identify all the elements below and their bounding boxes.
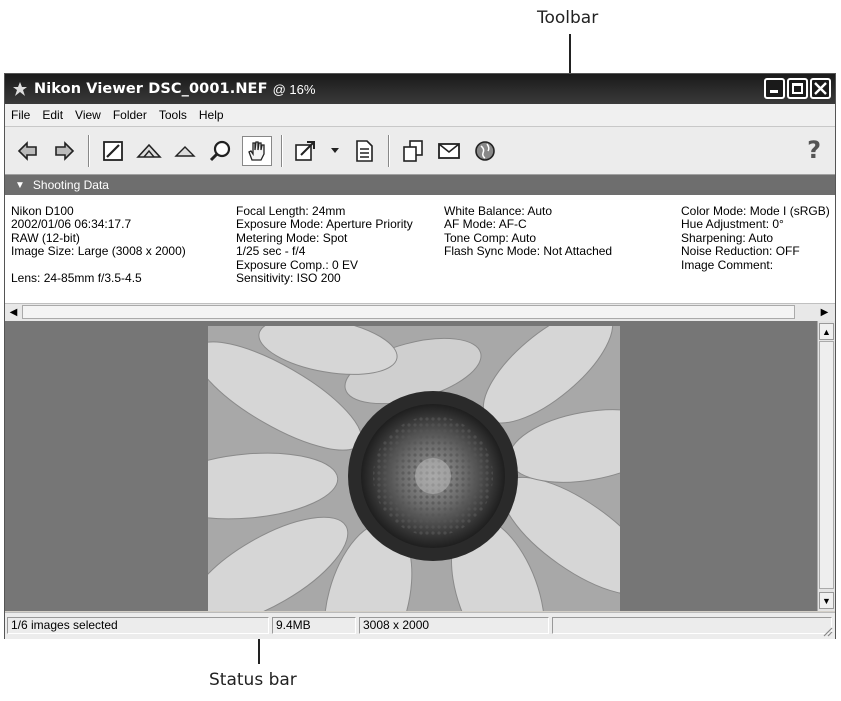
properties-icon: [356, 139, 373, 162]
copy-icon: [403, 139, 423, 162]
open-with-dropdown[interactable]: [327, 136, 343, 166]
status-file-size: 9.4MB: [272, 617, 356, 634]
info-line: 1/25 sec - f/4: [236, 244, 306, 259]
info-line: RAW (12-bit): [11, 230, 80, 245]
close-button[interactable]: [810, 78, 831, 99]
info-line: Nikon D100: [11, 204, 74, 218]
status-bar: 1/6 images selected 9.4MB 3008 x 2000: [5, 612, 835, 639]
info-line: Hue Adjustment: 0°: [681, 217, 784, 232]
scroll-left-arrow-icon[interactable]: ◀: [5, 304, 22, 321]
toolbar-separator: [281, 134, 282, 167]
help-button[interactable]: ?: [807, 136, 821, 164]
menu-tools[interactable]: Tools: [153, 108, 193, 122]
info-line: Color Mode: Mode I (sRGB): [681, 204, 830, 218]
info-line: Tone Comp: Auto: [444, 230, 537, 245]
info-line: Image Size: Large (3008 x 2000): [11, 244, 186, 259]
sunflower-photo: [208, 326, 620, 611]
info-line: Metering Mode: Spot: [236, 230, 348, 245]
rotate-left-button[interactable]: [134, 136, 164, 166]
toolbar-separator: [388, 134, 389, 167]
info-line: Noise Reduction: OFF: [681, 244, 800, 259]
info-line: White Balance: Auto: [444, 204, 553, 218]
maximize-button[interactable]: [787, 78, 808, 99]
nikon-viewer-window: Nikon Viewer DSC_0001.NEF @ 16% File Edi…: [4, 73, 836, 639]
shooting-data-title: Shooting Data: [32, 178, 109, 192]
shooting-data-col-color: Color Mode: Mode I (sRGB) Hue Adjustment…: [681, 204, 830, 272]
info-line: AF Mode: AF-C: [444, 217, 527, 232]
app-icon: [11, 80, 29, 98]
sunflower-image: [208, 326, 620, 611]
shooting-data-col-exposure: Focal Length: 24mm Exposure Mode: Apertu…: [236, 204, 413, 285]
forward-arrow-icon: [55, 140, 75, 161]
menu-view[interactable]: View: [69, 108, 107, 122]
edit-image-icon: [103, 140, 123, 161]
email-icon: [438, 142, 460, 159]
web-button[interactable]: [470, 136, 500, 166]
collapse-triangle-icon[interactable]: ▼: [15, 180, 25, 191]
title-bar[interactable]: Nikon Viewer DSC_0001.NEF @ 16%: [5, 74, 835, 104]
shooting-data-col-settings: White Balance: Auto AF Mode: AF-C Tone C…: [444, 204, 613, 259]
menu-help[interactable]: Help: [193, 108, 230, 122]
toolbar-separator: [88, 134, 89, 167]
copy-button[interactable]: [398, 136, 428, 166]
info-line: Sensitivity: ISO 200: [236, 270, 341, 285]
toolbar-callout-label: Toolbar: [537, 8, 599, 28]
zoom-button[interactable]: [206, 136, 236, 166]
horizontal-scroll-thumb[interactable]: [22, 305, 795, 319]
web-icon: [475, 140, 495, 161]
status-bar-callout-label: Status bar: [209, 670, 297, 690]
hand-tool-button[interactable]: [242, 135, 272, 166]
dropdown-arrow-icon: [331, 147, 339, 153]
scroll-down-arrow-icon[interactable]: ▼: [819, 592, 834, 609]
vertical-scrollbar[interactable]: ▲ ▼: [817, 321, 835, 611]
edit-image-button[interactable]: [98, 136, 128, 166]
status-extra: [552, 617, 832, 634]
forward-button[interactable]: [49, 136, 79, 166]
rotate-right-button[interactable]: [170, 136, 200, 166]
info-line: Image Comment:: [681, 257, 774, 272]
info-line: Exposure Mode: Aperture Priority: [236, 217, 413, 232]
info-line: Sharpening: Auto: [681, 230, 774, 245]
vertical-scroll-thumb[interactable]: [819, 341, 834, 589]
status-selection: 1/6 images selected: [7, 617, 269, 634]
rotate-right-icon: [174, 145, 196, 157]
hand-icon: [248, 140, 265, 161]
minimize-button[interactable]: [764, 78, 785, 99]
email-button[interactable]: [434, 136, 464, 166]
scroll-right-arrow-icon[interactable]: ▶: [816, 304, 833, 321]
info-line: [11, 259, 186, 272]
image-viewer[interactable]: [5, 321, 817, 611]
info-line: Exposure Comp.: 0 EV: [236, 257, 359, 272]
menu-edit[interactable]: Edit: [36, 108, 69, 122]
properties-button[interactable]: [349, 136, 379, 166]
rotate-left-icon: [136, 143, 162, 158]
menu-bar: File Edit View Folder Tools Help: [5, 104, 835, 127]
info-line: Focal Length: 24mm: [236, 204, 346, 218]
open-with-icon: [295, 140, 315, 161]
resize-grip-icon[interactable]: [821, 625, 833, 637]
status-dimensions: 3008 x 2000: [359, 617, 549, 634]
shooting-data-col-camera: Nikon D100 2002/01/06 06:34:17.7 RAW (12…: [11, 204, 186, 285]
scroll-up-arrow-icon[interactable]: ▲: [819, 323, 834, 340]
open-with-button[interactable]: [291, 136, 321, 166]
zoom-level: @ 16%: [272, 81, 316, 97]
menu-file[interactable]: File: [5, 108, 36, 122]
info-line: Flash Sync Mode: Not Attached: [444, 244, 613, 259]
close-icon: [814, 82, 827, 95]
info-line: 2002/01/06 06:34:17.7: [11, 217, 132, 232]
shooting-data-panel: Nikon D100 2002/01/06 06:34:17.7 RAW (12…: [5, 195, 835, 303]
back-arrow-icon: [17, 140, 37, 161]
horizontal-scrollbar[interactable]: ◀ ▶: [5, 303, 835, 322]
zoom-icon: [209, 140, 231, 161]
info-line: Lens: 24-85mm f/3.5-4.5: [11, 270, 142, 285]
shooting-data-header[interactable]: ▼ Shooting Data: [5, 175, 835, 195]
back-button[interactable]: [13, 136, 43, 166]
window-title: Nikon Viewer DSC_0001.NEF: [34, 81, 268, 97]
menu-folder[interactable]: Folder: [107, 108, 153, 122]
toolbar: ?: [5, 127, 835, 175]
